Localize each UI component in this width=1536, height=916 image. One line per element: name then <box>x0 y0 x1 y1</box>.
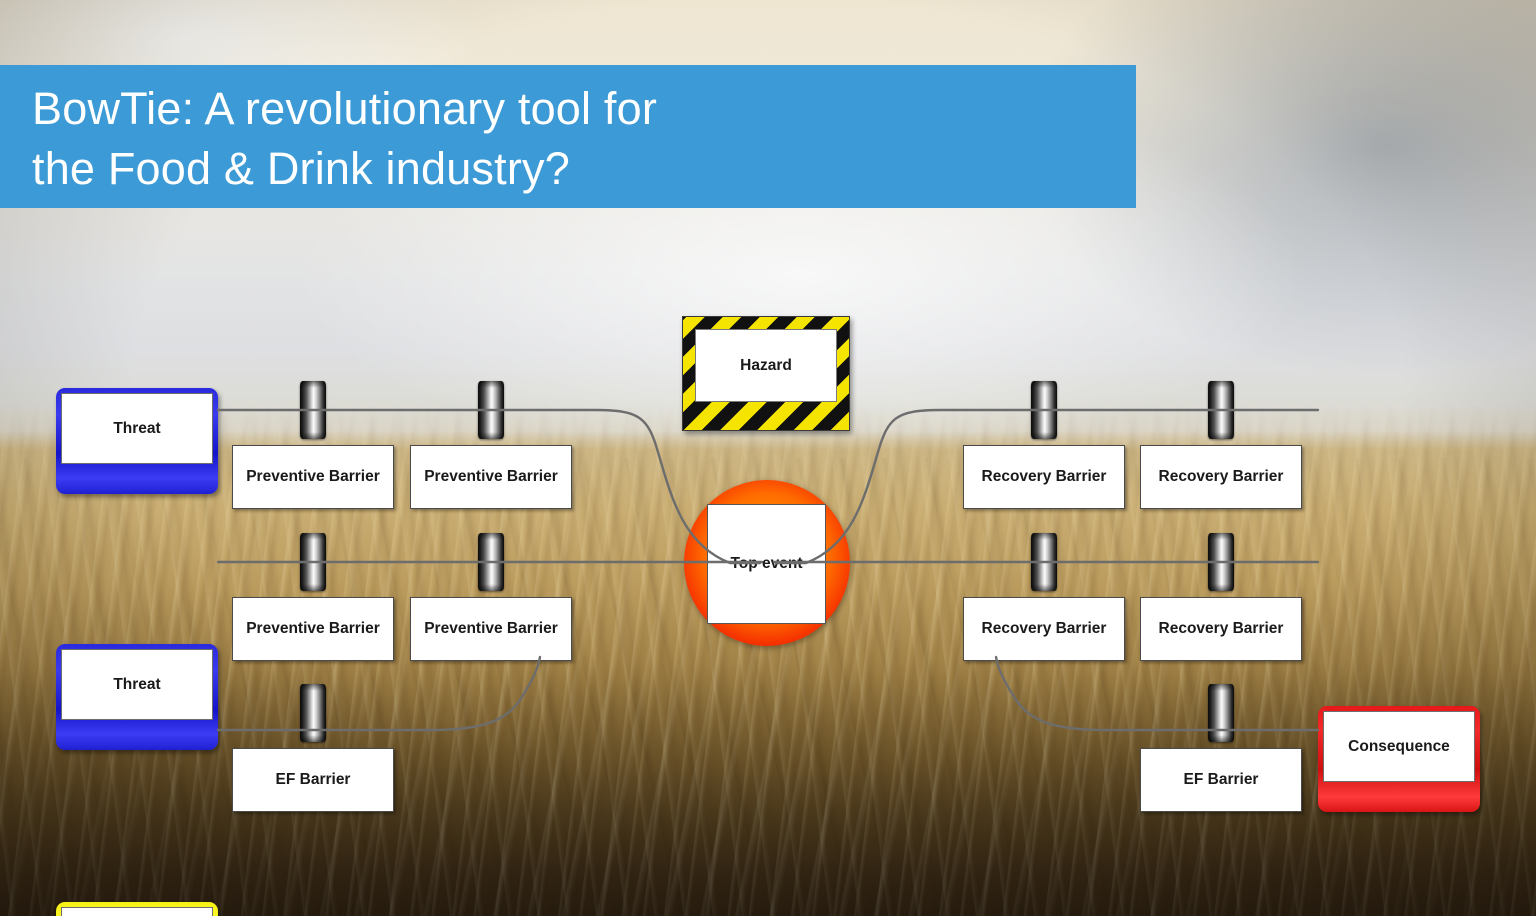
threat-node-2[interactable]: Threat <box>56 644 218 750</box>
ef-barrier-right[interactable]: EF Barrier <box>1140 748 1302 812</box>
threat-1-label: Threat <box>113 419 161 437</box>
title-line-2: the Food & Drink industry? <box>32 143 570 194</box>
preventive-barrier-r2c2-label: Preventive Barrier <box>424 620 558 637</box>
preventive-barrier-r1c2[interactable]: Preventive Barrier <box>410 445 572 509</box>
barrier-valve-icon-r-r1c2[interactable] <box>1208 381 1234 439</box>
barrier-valve-icon-r-r2c1[interactable] <box>1031 533 1057 591</box>
hazard-node[interactable]: Hazard <box>682 316 850 431</box>
top-event-node[interactable]: Top event <box>684 480 850 646</box>
recovery-barrier-r1c2[interactable]: Recovery Barrier <box>1140 445 1302 509</box>
preventive-barrier-r2c2[interactable]: Preventive Barrier <box>410 597 572 661</box>
barrier-valve-icon-l-r1c2[interactable] <box>478 381 504 439</box>
preventive-barrier-r1c2-label: Preventive Barrier <box>424 468 558 485</box>
escalation-factor-left-inner: Escalation Factor <box>61 907 213 916</box>
threat-2-inner: Threat <box>61 649 213 720</box>
recovery-barrier-r1c1[interactable]: Recovery Barrier <box>963 445 1125 509</box>
recovery-barrier-r2c2-label: Recovery Barrier <box>1158 620 1284 637</box>
top-event-label: Top event <box>730 555 803 572</box>
barrier-valve-icon-l-r1c1[interactable] <box>300 381 326 439</box>
consequence-1-inner: Consequence <box>1323 711 1475 782</box>
hazard-striped-frame: Hazard <box>682 316 850 431</box>
barrier-valve-icon-r-r1c1[interactable] <box>1031 381 1057 439</box>
recovery-barrier-r2c2[interactable]: Recovery Barrier <box>1140 597 1302 661</box>
title-banner: BowTie: A revolutionary tool for the Foo… <box>0 65 1136 208</box>
ef-barrier-left[interactable]: EF Barrier <box>232 748 394 812</box>
top-event-inner: Top event <box>707 504 826 624</box>
ef-barrier-right-label: EF Barrier <box>1183 771 1259 788</box>
title-line-1: BowTie: A revolutionary tool for <box>32 83 658 134</box>
hazard-inner: Hazard <box>695 329 837 402</box>
threat-2-label: Threat <box>113 675 161 693</box>
threat-1-inner: Threat <box>61 393 213 464</box>
preventive-barrier-r2c1[interactable]: Preventive Barrier <box>232 597 394 661</box>
barrier-valve-icon-l-r2c2[interactable] <box>478 533 504 591</box>
recovery-barrier-r1c2-label: Recovery Barrier <box>1158 468 1284 485</box>
ef-barrier-left-label: EF Barrier <box>275 771 351 788</box>
recovery-barrier-r2c1[interactable]: Recovery Barrier <box>963 597 1125 661</box>
hazard-label: Hazard <box>740 356 792 374</box>
preventive-barrier-r2c1-label: Preventive Barrier <box>246 620 380 637</box>
preventive-barrier-r1c1-label: Preventive Barrier <box>246 468 380 485</box>
recovery-barrier-r1c1-label: Recovery Barrier <box>981 468 1107 485</box>
slide-canvas: BowTie: A revolutionary tool for the Foo… <box>0 0 1536 916</box>
escalation-factor-node-left[interactable]: Escalation Factor <box>56 902 218 916</box>
barrier-valve-icon-l-ef[interactable] <box>300 684 326 742</box>
top-event-circle: Top event <box>684 480 850 646</box>
recovery-barrier-r2c1-label: Recovery Barrier <box>981 620 1107 637</box>
threat-node-1[interactable]: Threat <box>56 388 218 494</box>
consequence-1-label: Consequence <box>1348 737 1450 755</box>
barrier-valve-icon-l-r2c1[interactable] <box>300 533 326 591</box>
preventive-barrier-r1c1[interactable]: Preventive Barrier <box>232 445 394 509</box>
barrier-valve-icon-r-r2c2[interactable] <box>1208 533 1234 591</box>
consequence-node-1[interactable]: Consequence <box>1318 706 1480 812</box>
barrier-valve-icon-r-ef[interactable] <box>1208 684 1234 742</box>
